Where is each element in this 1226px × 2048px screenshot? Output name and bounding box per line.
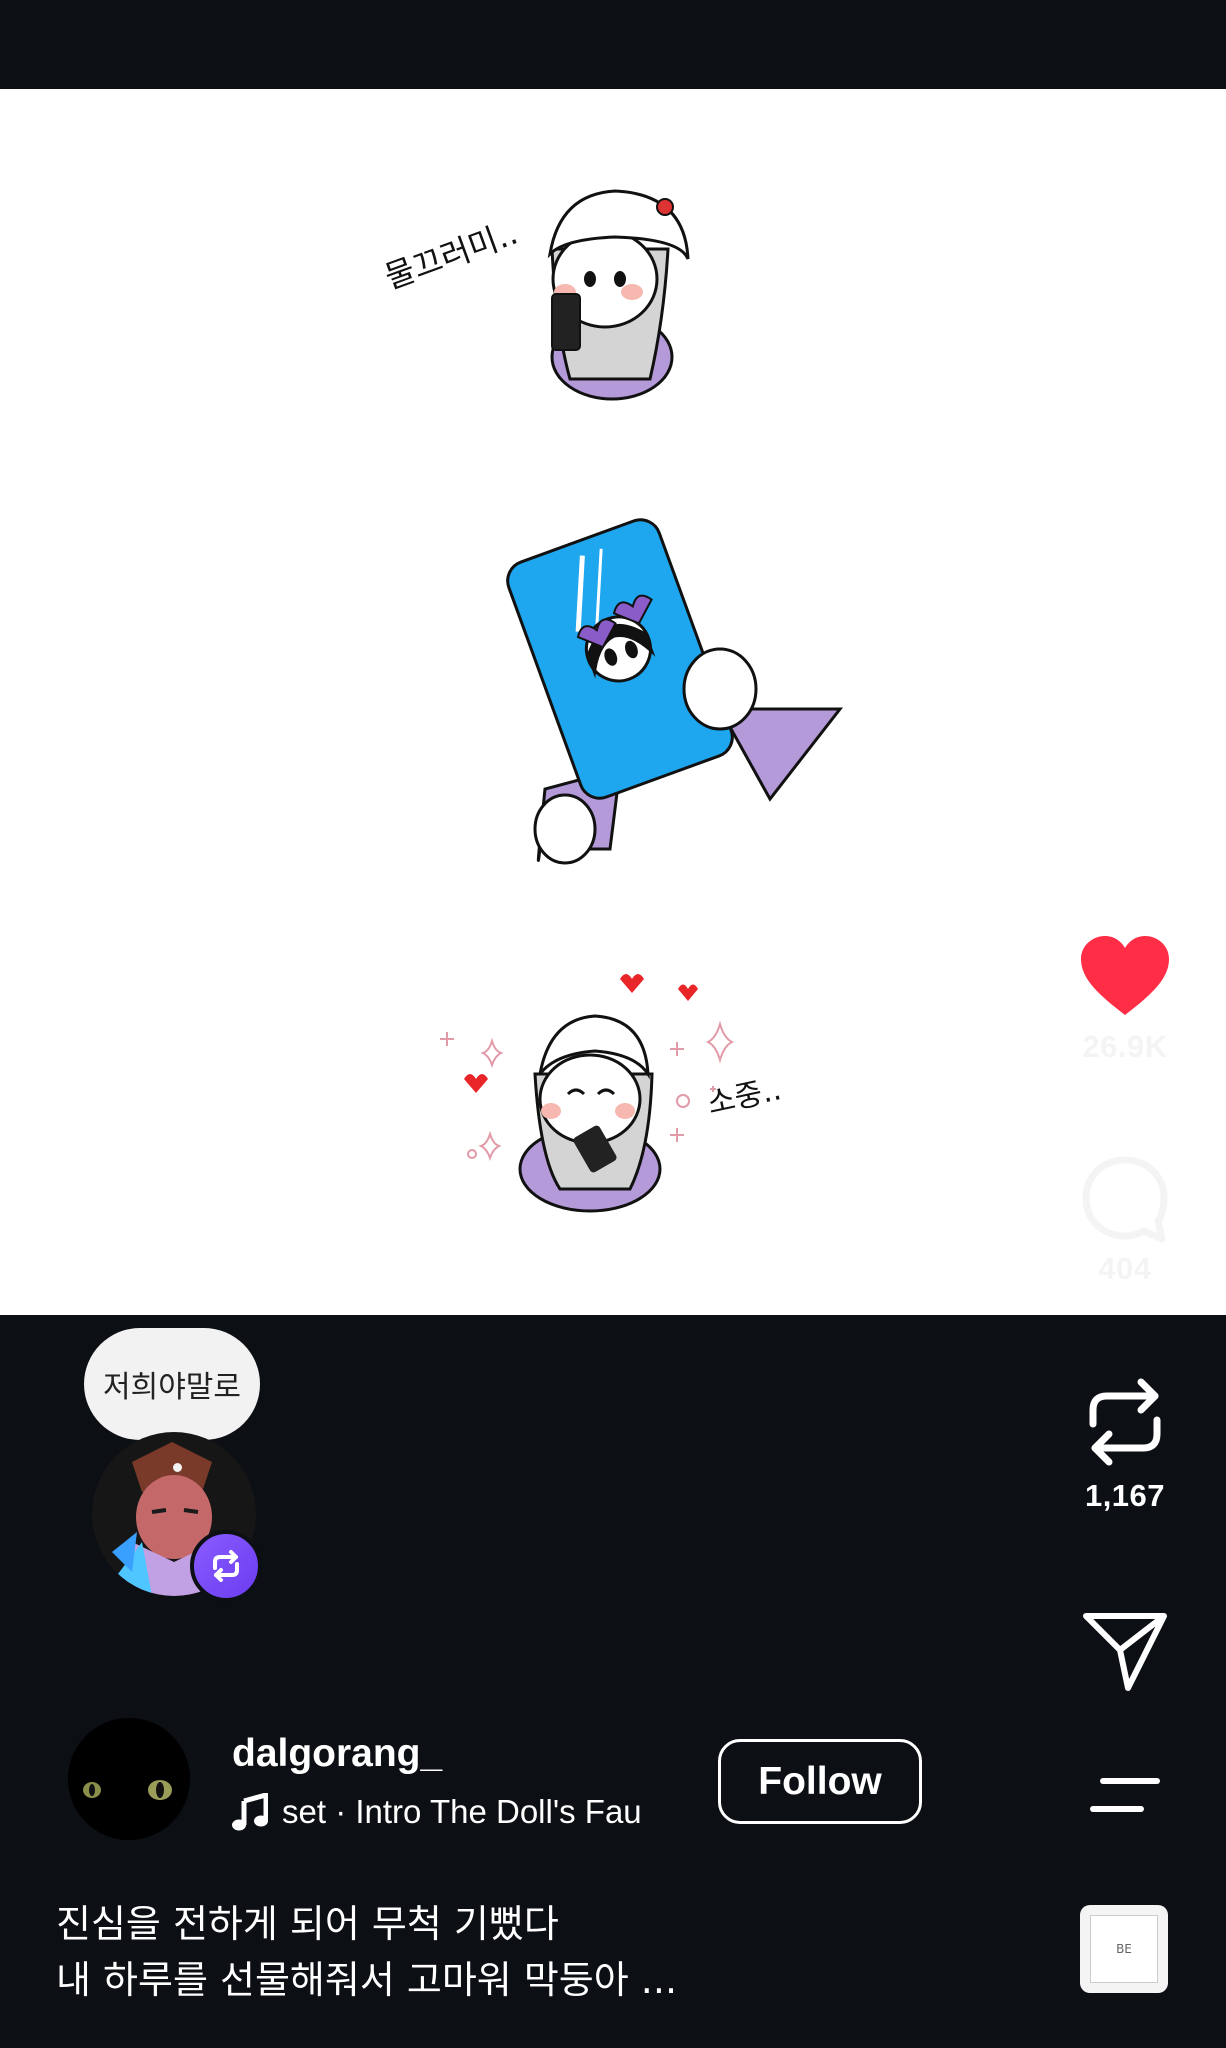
music-attribution[interactable]: set · Intro The Doll's Fau bbox=[232, 1790, 734, 1834]
music-title: set · Intro The Doll's Fau bbox=[282, 1793, 642, 1830]
caption-line-1: 진심을 전하게 되어 무척 기뻤다 bbox=[56, 1902, 559, 1946]
like-count: 26.9K bbox=[1082, 1029, 1168, 1064]
like-button[interactable]: 26.9K bbox=[1070, 935, 1180, 1065]
repost-button[interactable]: 1,167 bbox=[1070, 1372, 1180, 1514]
panel-3-text: 소중.. bbox=[704, 1072, 784, 1122]
status-bar bbox=[0, 0, 1226, 89]
note-text: 저희야말로 bbox=[103, 1370, 241, 1405]
repost-badge-icon bbox=[213, 1550, 239, 1582]
comment-button[interactable]: 404 bbox=[1070, 1155, 1180, 1287]
repost-count: 1,167 bbox=[1084, 1478, 1166, 1513]
heart-icon bbox=[1081, 936, 1169, 1015]
menu-icon bbox=[1090, 1778, 1160, 1812]
author-username[interactable]: dalgorang_ bbox=[232, 1732, 442, 1776]
album-art[interactable]: BE bbox=[1080, 1905, 1168, 1993]
panel-1-girl-looking-phone: 물끄러미.. bbox=[380, 189, 690, 401]
panel-2-phone-closeup bbox=[506, 518, 844, 865]
comment-count: 404 bbox=[1098, 1251, 1152, 1286]
panel-1-text: 물끄러미.. bbox=[380, 214, 523, 297]
follow-button[interactable]: Follow bbox=[718, 1739, 922, 1824]
panel-3-girl-hugging-phone: 소중.. bbox=[440, 974, 784, 1213]
repost-icon bbox=[1089, 1378, 1161, 1466]
author-avatar[interactable] bbox=[68, 1718, 190, 1840]
author-avatar-image bbox=[68, 1718, 190, 1840]
note-tail-dot bbox=[173, 1463, 182, 1472]
send-icon bbox=[1083, 1613, 1167, 1691]
post-media[interactable]: 물끄러미.. 소중.. bbox=[0, 89, 1226, 1315]
album-art-text: BE bbox=[1116, 1942, 1132, 1956]
share-button[interactable] bbox=[1070, 1610, 1180, 1692]
caption-line-2: 내 하루를 선물해줘서 고마워 막둥아 ... bbox=[56, 1958, 678, 2002]
repost-badge bbox=[190, 1530, 262, 1602]
comment-icon bbox=[1082, 1156, 1168, 1243]
illustration: 물끄러미.. 소중.. bbox=[380, 189, 844, 1213]
music-note-icon bbox=[232, 1793, 268, 1831]
album-art-cover: BE bbox=[1090, 1915, 1158, 1983]
post-caption[interactable]: 진심을 전하게 되어 무척 기뻤다 내 하루를 선물해줘서 고마워 막둥아 ..… bbox=[56, 1896, 1016, 2008]
action-rail: 26.9K 404 1,167 bbox=[1070, 0, 1180, 2048]
note-bubble[interactable]: 저희야말로 bbox=[84, 1328, 260, 1440]
more-menu-button[interactable] bbox=[1070, 1775, 1180, 1815]
